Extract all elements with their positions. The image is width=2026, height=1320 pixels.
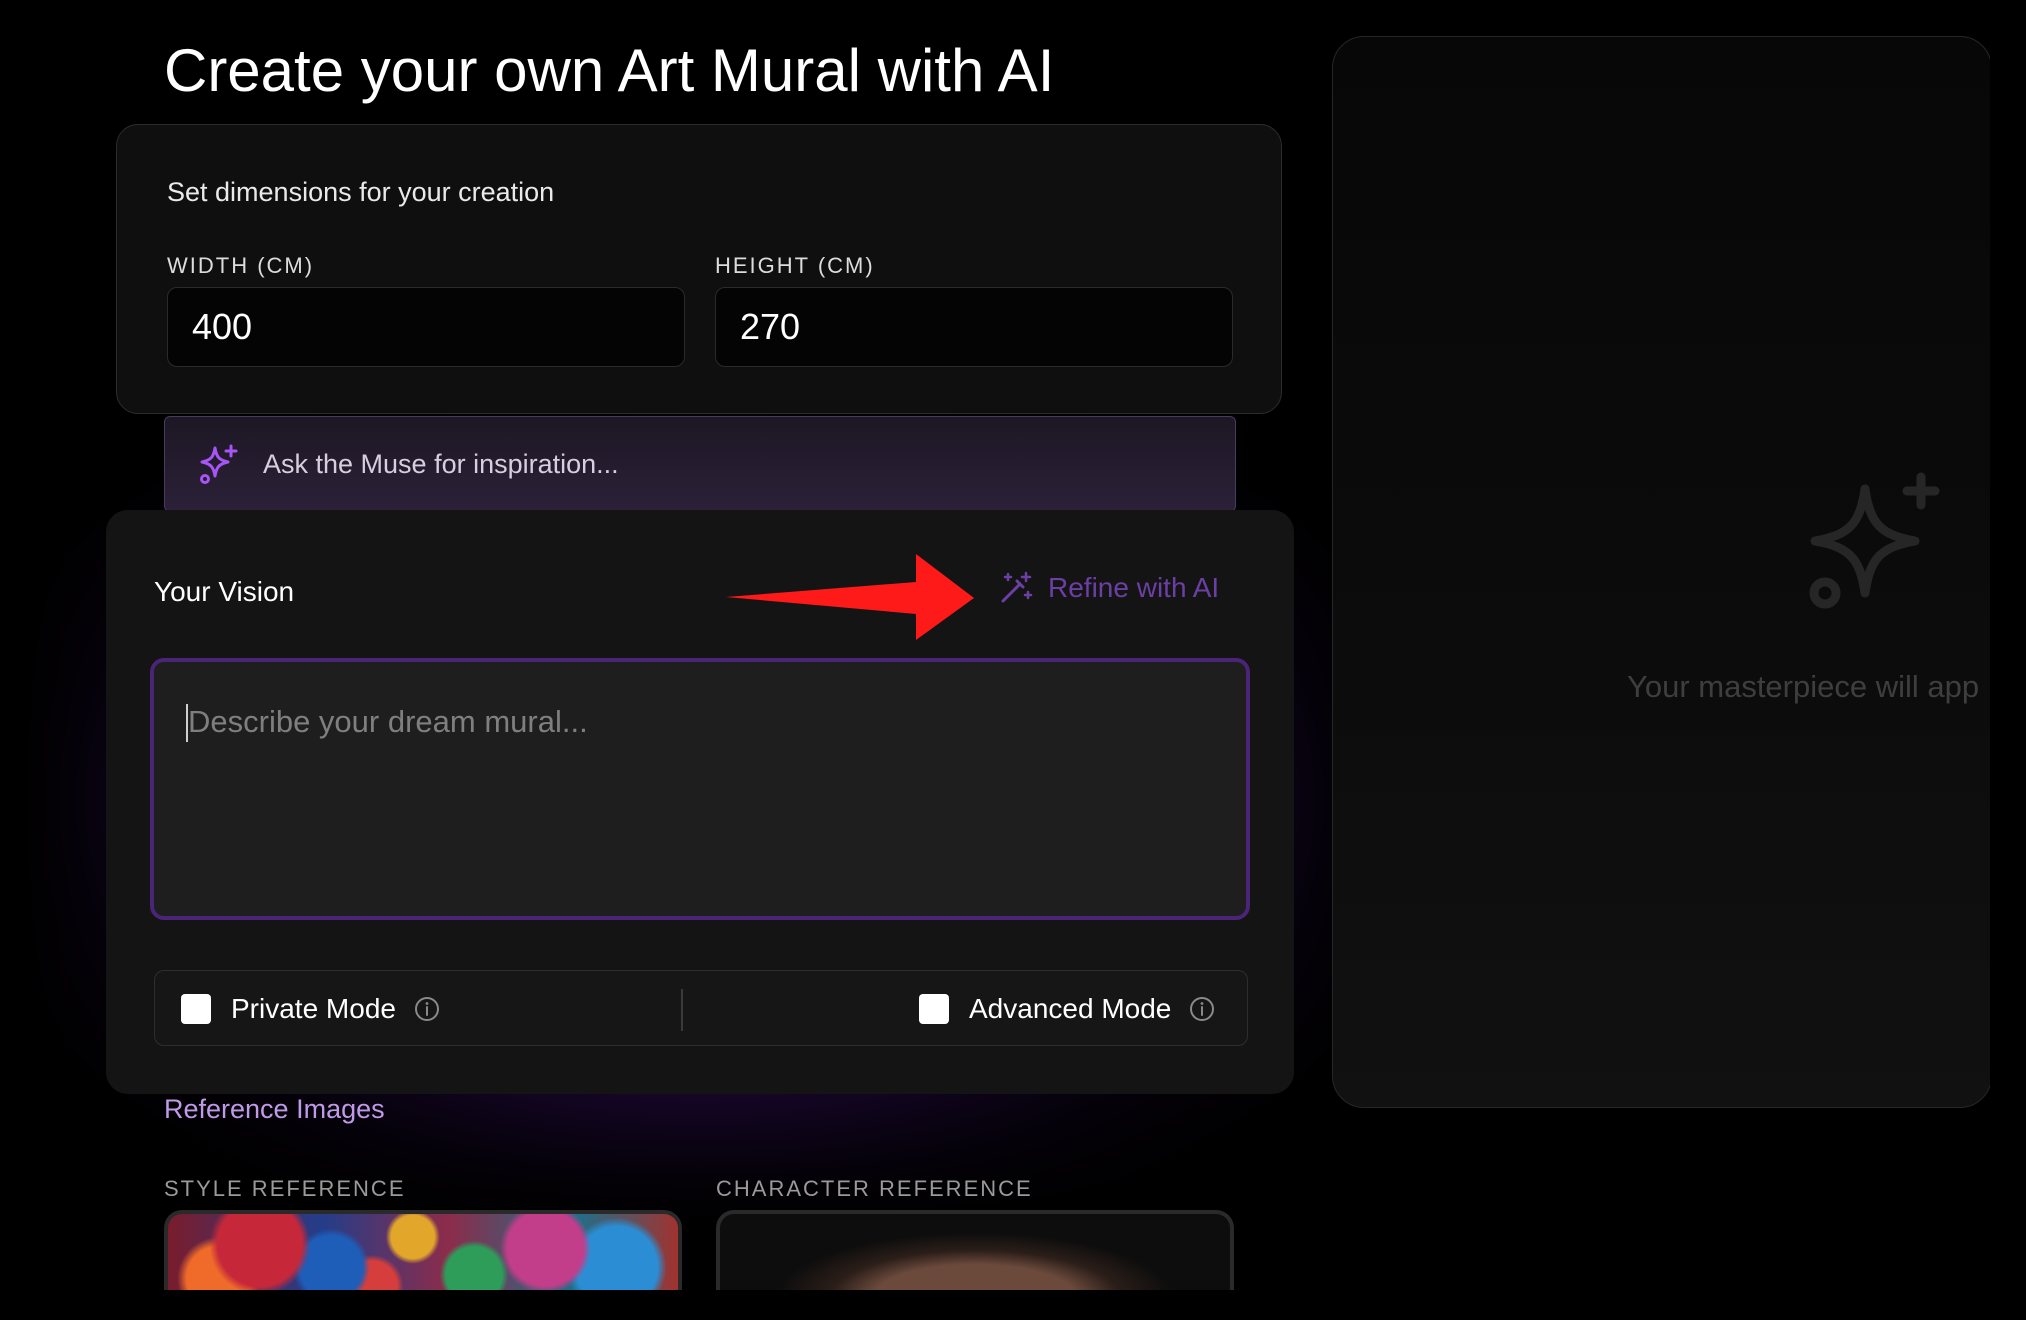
page: Create your own Art Mural with AI Set di… [0, 0, 2026, 1320]
private-mode-checkbox[interactable] [181, 994, 211, 1024]
vision-card: Your Vision Refine with AI Describe your… [106, 510, 1294, 1094]
dimensions-card: Set dimensions for your creation WIDTH (… [116, 124, 1282, 414]
style-reference-label: STYLE REFERENCE [164, 1176, 406, 1201]
info-icon[interactable] [414, 996, 440, 1022]
info-icon[interactable] [1189, 996, 1215, 1022]
vision-textarea[interactable]: Describe your dream mural... [150, 658, 1250, 920]
height-input[interactable]: 270 [715, 287, 1233, 367]
annotation-arrow-icon [726, 554, 974, 640]
width-input[interactable]: 400 [167, 287, 685, 367]
vision-placeholder: Describe your dream mural... [188, 704, 588, 739]
refine-with-ai-button[interactable]: Refine with AI [998, 570, 1219, 606]
modes-divider [681, 989, 683, 1031]
advanced-mode-checkbox[interactable] [919, 994, 949, 1024]
ask-muse-label: Ask the Muse for inspiration... [263, 448, 619, 479]
height-label: HEIGHT (CM) [715, 253, 875, 278]
ask-muse-button[interactable]: Ask the Muse for inspiration... [164, 416, 1236, 512]
page-title: Create your own Art Mural with AI [164, 37, 1055, 104]
preview-panel: Your masterpiece will app [1332, 36, 1992, 1108]
character-reference-image[interactable] [716, 1210, 1234, 1290]
vision-label: Your Vision [154, 576, 295, 607]
viewport-edge [1990, 0, 2026, 1320]
sparkles-icon [1809, 472, 1940, 609]
advanced-mode-option[interactable]: Advanced Mode [919, 971, 1215, 1047]
dimensions-heading: Set dimensions for your creation [167, 177, 555, 207]
private-mode-option[interactable]: Private Mode [181, 971, 440, 1047]
sparkles-icon [197, 443, 239, 485]
magic-wand-icon [998, 570, 1034, 606]
refine-with-ai-label: Refine with AI [1048, 572, 1220, 603]
advanced-mode-label: Advanced Mode [969, 993, 1172, 1024]
character-reference-label: CHARACTER REFERENCE [716, 1176, 1033, 1201]
private-mode-label: Private Mode [231, 993, 396, 1024]
preview-message: Your masterpiece will app [1627, 669, 1980, 704]
width-label: WIDTH (CM) [167, 253, 315, 278]
modes-bar: Private Mode Advanced Mode [154, 970, 1248, 1046]
reference-images-heading: Reference Images [164, 1094, 385, 1124]
style-reference-image[interactable] [164, 1210, 682, 1290]
